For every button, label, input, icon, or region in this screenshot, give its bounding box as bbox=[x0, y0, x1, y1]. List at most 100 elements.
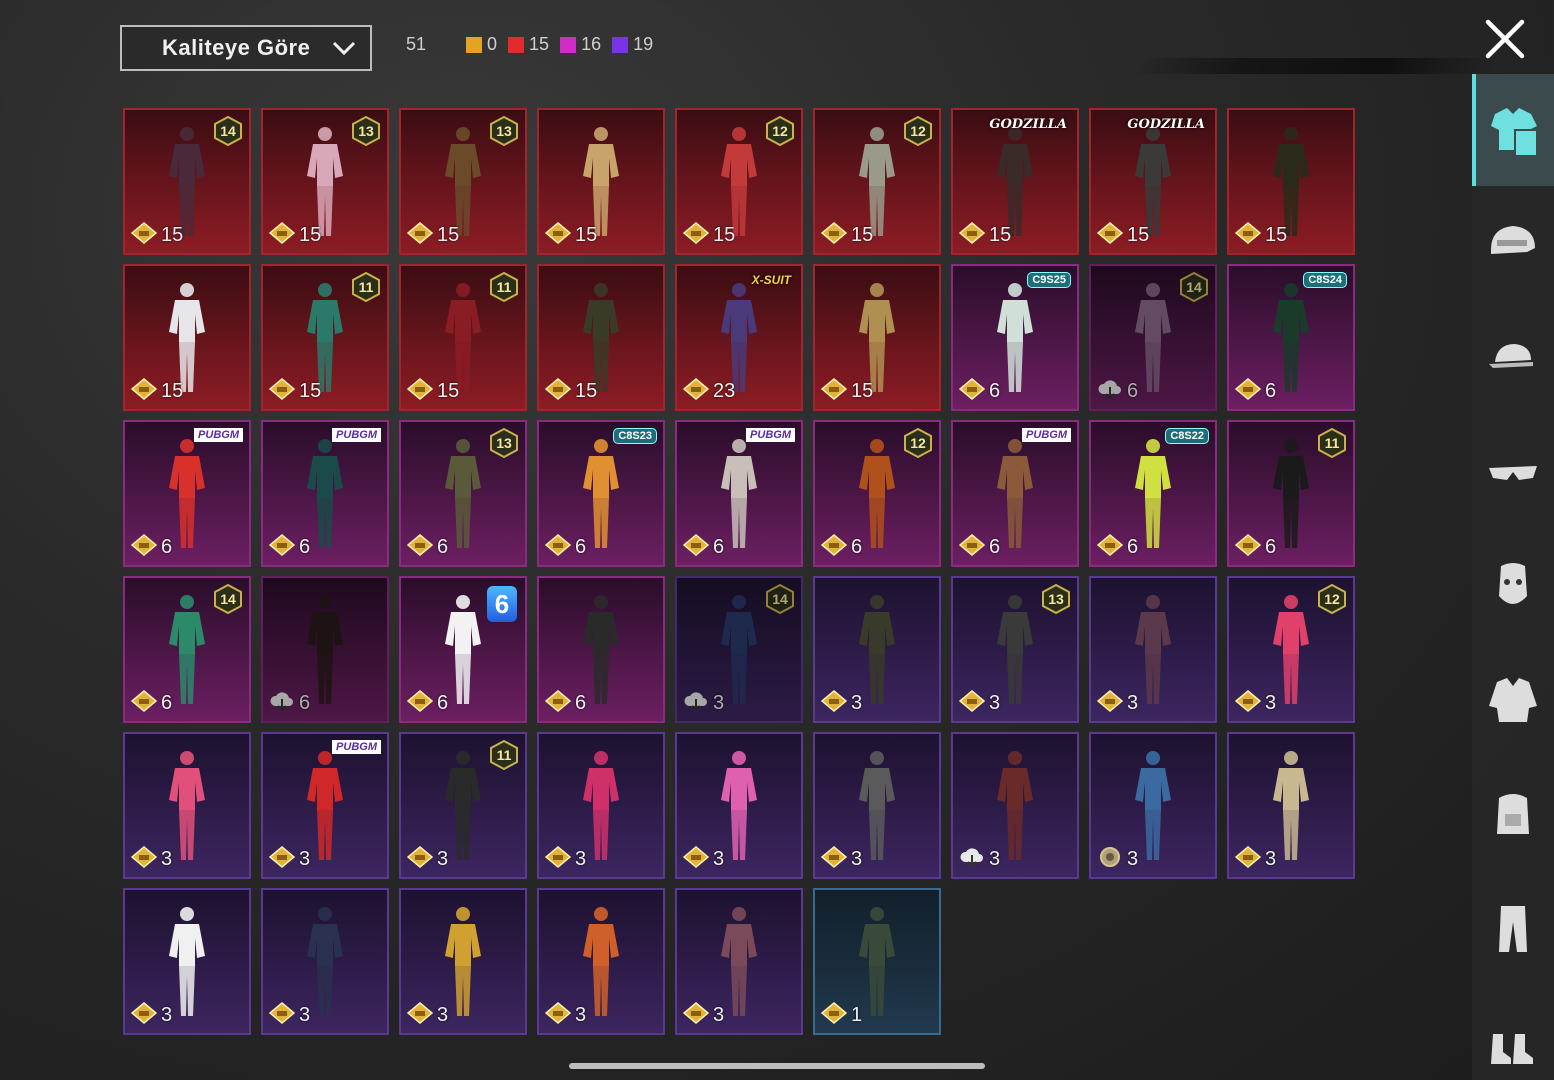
category-tab-pants[interactable] bbox=[1472, 872, 1554, 984]
pants-icon bbox=[1499, 906, 1527, 952]
outfit-card[interactable]: 3 bbox=[1089, 576, 1217, 723]
outfit-card[interactable]: 11 15 bbox=[261, 264, 389, 411]
outfit-card[interactable]: 3 bbox=[1089, 732, 1217, 879]
item-count: 3 bbox=[989, 848, 1001, 870]
item-count: 3 bbox=[713, 1004, 725, 1026]
outfit-card[interactable]: 6 bbox=[537, 576, 665, 723]
item-footer: 3 bbox=[820, 690, 862, 717]
outfit-card[interactable]: C8S22 6 bbox=[1089, 420, 1217, 567]
outfit-card[interactable]: PUBGM 6 bbox=[951, 420, 1079, 567]
category-tab-outfit[interactable] bbox=[1472, 74, 1554, 186]
close-icon[interactable] bbox=[1484, 18, 1526, 60]
outfit-card[interactable]: 14 15 bbox=[123, 108, 251, 255]
home-indicator[interactable] bbox=[569, 1063, 985, 1069]
item-footer: 15 bbox=[1234, 222, 1287, 249]
outfit-card[interactable]: GODZILLA 15 bbox=[951, 108, 1079, 255]
item-count: 6 bbox=[575, 692, 587, 714]
outfit-card[interactable]: 6 bbox=[261, 576, 389, 723]
outfit-card[interactable]: 13 15 bbox=[399, 108, 527, 255]
outfit-card[interactable]: PUBGM 6 bbox=[123, 420, 251, 567]
outfit-card[interactable]: 11 3 bbox=[399, 732, 527, 879]
outfit-card[interactable]: 14 6 bbox=[1089, 264, 1217, 411]
outfit-card[interactable]: 14 6 bbox=[123, 576, 251, 723]
outfit-card[interactable]: 3 bbox=[813, 576, 941, 723]
outfit-card[interactable]: PUBGM 6 bbox=[675, 420, 803, 567]
outfit-card[interactable]: 3 bbox=[123, 888, 251, 1035]
item-count: 3 bbox=[1265, 848, 1277, 870]
outfit-card[interactable]: 1 bbox=[813, 888, 941, 1035]
outfit-card[interactable]: C9S25 6 bbox=[951, 264, 1079, 411]
item-count: 6 bbox=[989, 536, 1001, 558]
outfit-card[interactable]: 3 bbox=[951, 732, 1079, 879]
outfit-card[interactable]: 3 bbox=[261, 888, 389, 1035]
rank-coin-icon bbox=[406, 534, 434, 561]
outfit-card[interactable]: 12 15 bbox=[675, 108, 803, 255]
category-tab-helmet[interactable] bbox=[1472, 188, 1554, 300]
outfit-card[interactable]: 3 bbox=[813, 732, 941, 879]
level-badge-number: 11 bbox=[496, 747, 512, 763]
item-count: 6 bbox=[437, 692, 449, 714]
rank-coin-icon bbox=[1234, 222, 1262, 249]
item-footer: 6 bbox=[406, 690, 449, 717]
rank-coin-icon bbox=[820, 378, 848, 405]
quality-count: 16 bbox=[581, 34, 602, 54]
item-footer: 15 bbox=[958, 222, 1011, 249]
item-footer: 3 bbox=[682, 846, 725, 873]
outfit-card[interactable]: 3 bbox=[399, 888, 527, 1035]
outfit-card[interactable]: 3 bbox=[537, 888, 665, 1035]
mask-icon bbox=[1499, 563, 1527, 604]
item-footer: 3 bbox=[958, 690, 1000, 717]
outfit-card[interactable]: PUBGM 6 bbox=[261, 420, 389, 567]
glasses-icon bbox=[1489, 466, 1537, 480]
outfit-card[interactable]: 11 15 bbox=[399, 264, 527, 411]
outfit-card[interactable]: 15 bbox=[1227, 108, 1355, 255]
category-tab-jacket[interactable] bbox=[1472, 644, 1554, 756]
rank-coin-icon bbox=[682, 222, 710, 249]
outfit-card[interactable]: 15 bbox=[813, 264, 941, 411]
item-count: 6 bbox=[437, 536, 449, 558]
rank-coin-icon bbox=[958, 534, 986, 561]
level-badge-number: 11 bbox=[1324, 435, 1340, 451]
outfit-card[interactable]: X-SUIT 23 bbox=[675, 264, 803, 411]
category-tab-shoes[interactable] bbox=[1472, 986, 1554, 1080]
item-count: 15 bbox=[1127, 224, 1150, 246]
outfit-card[interactable]: 3 bbox=[675, 888, 803, 1035]
outfit-card[interactable]: 12 3 bbox=[1227, 576, 1355, 723]
item-count: 3 bbox=[575, 1004, 587, 1026]
category-tab-cap[interactable] bbox=[1472, 302, 1554, 414]
quality-swatch bbox=[466, 36, 483, 53]
outfit-card[interactable]: 14 3 bbox=[675, 576, 803, 723]
outfit-card[interactable]: 3 bbox=[675, 732, 803, 879]
outfit-card[interactable]: GODZILLA 15 bbox=[1089, 108, 1217, 255]
item-footer: 15 bbox=[682, 222, 735, 249]
item-count: 3 bbox=[713, 848, 725, 870]
item-footer: 6 bbox=[269, 690, 310, 717]
outfit-card[interactable]: 13 3 bbox=[951, 576, 1079, 723]
outfit-card[interactable]: 11 6 bbox=[1227, 420, 1355, 567]
outfit-card[interactable]: 15 bbox=[537, 264, 665, 411]
level-badge: 13 bbox=[1041, 584, 1071, 614]
item-footer: 3 bbox=[820, 846, 862, 873]
sort-dropdown[interactable]: Kaliteye Göre bbox=[120, 25, 372, 71]
collection-badge: PUBGM bbox=[332, 740, 381, 754]
outfit-card[interactable]: PUBGM 3 bbox=[261, 732, 389, 879]
outfit-card[interactable]: 3 bbox=[1227, 732, 1355, 879]
category-tab-backpack[interactable] bbox=[1472, 758, 1554, 870]
outfit-card[interactable]: 15 bbox=[123, 264, 251, 411]
item-count: 6 bbox=[713, 536, 725, 558]
category-tab-glasses[interactable] bbox=[1472, 416, 1554, 528]
item-footer: 3 bbox=[406, 846, 448, 873]
outfit-card[interactable]: 13 6 bbox=[399, 420, 527, 567]
category-tab-mask[interactable] bbox=[1472, 530, 1554, 642]
outfit-card[interactable]: 13 15 bbox=[261, 108, 389, 255]
outfit-card[interactable]: 12 15 bbox=[813, 108, 941, 255]
level-badge-number: 11 bbox=[496, 279, 512, 295]
outfit-card[interactable]: 66 bbox=[399, 576, 527, 723]
outfit-card[interactable]: 12 6 bbox=[813, 420, 941, 567]
outfit-card[interactable]: 3 bbox=[123, 732, 251, 879]
outfit-card[interactable]: 15 bbox=[537, 108, 665, 255]
outfit-card[interactable]: C8S23 6 bbox=[537, 420, 665, 567]
outfit-card[interactable]: 3 bbox=[537, 732, 665, 879]
outfit-card[interactable]: C8S24 6 bbox=[1227, 264, 1355, 411]
rank-coin-icon bbox=[406, 690, 434, 717]
